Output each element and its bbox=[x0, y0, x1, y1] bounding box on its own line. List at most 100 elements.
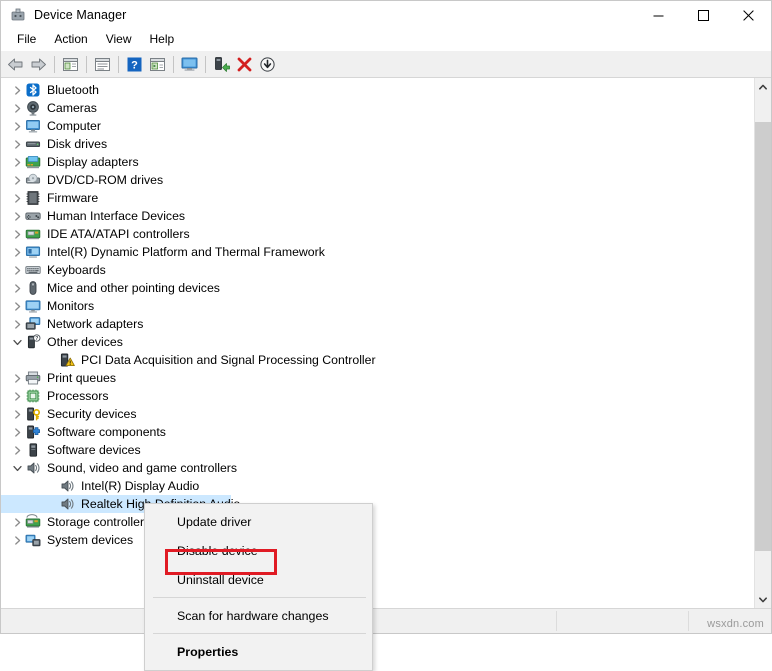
network-adapter-icon bbox=[25, 316, 41, 332]
tree-row[interactable]: DVD/CD-ROM drives bbox=[1, 171, 754, 189]
tree-row[interactable]: Monitors bbox=[1, 297, 754, 315]
menu-view[interactable]: View bbox=[97, 30, 141, 50]
toolbar-separator-3 bbox=[118, 55, 119, 73]
show-window-in-task-button[interactable] bbox=[146, 53, 169, 75]
help-button[interactable]: ? bbox=[123, 53, 146, 75]
device-manager-window: Device Manager File Action View Help ? B… bbox=[0, 0, 772, 634]
menu-file[interactable]: File bbox=[8, 30, 45, 50]
minimize-button[interactable] bbox=[636, 1, 681, 29]
vertical-scrollbar[interactable] bbox=[754, 78, 771, 608]
chevron-right-icon[interactable] bbox=[9, 531, 25, 549]
tree-row-label: DVD/CD-ROM drives bbox=[47, 173, 164, 187]
chevron-right-icon[interactable] bbox=[9, 135, 25, 153]
tree-row[interactable]: Keyboards bbox=[1, 261, 754, 279]
close-button[interactable] bbox=[726, 1, 771, 29]
tree-row[interactable]: Disk drives bbox=[1, 135, 754, 153]
tree-row[interactable]: Bluetooth bbox=[1, 81, 754, 99]
chevron-right-icon[interactable] bbox=[9, 225, 25, 243]
properties-button[interactable] bbox=[91, 53, 114, 75]
chevron-right-icon[interactable] bbox=[9, 171, 25, 189]
hid-icon bbox=[25, 208, 41, 224]
tree-row[interactable]: Firmware bbox=[1, 189, 754, 207]
menu-action[interactable]: Action bbox=[45, 30, 96, 50]
scan-hardware-changes-button[interactable] bbox=[178, 53, 201, 75]
update-driver-button[interactable] bbox=[210, 53, 233, 75]
tree-row[interactable]: PCI Data Acquisition and Signal Processi… bbox=[1, 351, 754, 369]
disable-device-button[interactable] bbox=[256, 53, 279, 75]
keyboard-icon bbox=[25, 262, 41, 278]
title-bar: Device Manager bbox=[1, 1, 771, 29]
chevron-right-icon[interactable] bbox=[9, 279, 25, 297]
chevron-right-icon[interactable] bbox=[9, 513, 25, 531]
warning-device-icon bbox=[59, 352, 75, 368]
chevron-right-icon[interactable] bbox=[9, 153, 25, 171]
tree-indent-spacer bbox=[43, 495, 59, 513]
context-menu-item[interactable]: Update driver bbox=[145, 507, 372, 536]
context-menu-item[interactable]: Scan for hardware changes bbox=[145, 601, 372, 630]
forward-button[interactable] bbox=[27, 53, 50, 75]
tree-row-label: Keyboards bbox=[47, 263, 106, 277]
tree-row[interactable]: Processors bbox=[1, 387, 754, 405]
tree-row[interactable]: Realtek High Definition Audio bbox=[1, 495, 754, 513]
disk-drive-icon bbox=[25, 136, 41, 152]
chevron-right-icon[interactable] bbox=[9, 405, 25, 423]
tree-row-label: Computer bbox=[47, 119, 101, 133]
dvd-drive-icon bbox=[25, 172, 41, 188]
context-menu[interactable]: Update driver Disable device Uninstall dev… bbox=[144, 503, 373, 671]
scroll-up-button[interactable] bbox=[755, 78, 771, 95]
chevron-down-icon[interactable] bbox=[9, 333, 25, 351]
tree-row[interactable]: Mice and other pointing devices bbox=[1, 279, 754, 297]
chevron-right-icon[interactable] bbox=[9, 297, 25, 315]
tree-row[interactable]: Sound, video and game controllers bbox=[1, 459, 754, 477]
tree-row[interactable]: System devices bbox=[1, 531, 754, 549]
tree-row-label: Storage controllers bbox=[47, 515, 151, 529]
tree-row[interactable]: Software components bbox=[1, 423, 754, 441]
chevron-right-icon[interactable] bbox=[9, 387, 25, 405]
tree-row[interactable]: Security devices bbox=[1, 405, 754, 423]
tree-row-label: Mice and other pointing devices bbox=[47, 281, 220, 295]
menu-help[interactable]: Help bbox=[141, 30, 184, 50]
chevron-right-icon[interactable] bbox=[9, 315, 25, 333]
tree-row[interactable]: Cameras bbox=[1, 99, 754, 117]
tree-row[interactable]: Storage controllers bbox=[1, 513, 754, 531]
tree-row[interactable]: Intel(R) Dynamic Platform and Thermal Fr… bbox=[1, 243, 754, 261]
tree-indent-spacer bbox=[43, 477, 59, 495]
chevron-right-icon[interactable] bbox=[9, 189, 25, 207]
display-adapter-icon bbox=[25, 154, 41, 170]
camera-icon bbox=[25, 100, 41, 116]
tree-indent-spacer bbox=[43, 351, 59, 369]
tree-row[interactable]: IDE ATA/ATAPI controllers bbox=[1, 225, 754, 243]
context-menu-item[interactable]: Uninstall device bbox=[145, 565, 372, 594]
tree-row[interactable]: Computer bbox=[1, 117, 754, 135]
scroll-down-button[interactable] bbox=[755, 591, 771, 608]
maximize-button[interactable] bbox=[681, 1, 726, 29]
tree-row[interactable]: Print queues bbox=[1, 369, 754, 387]
chevron-right-icon[interactable] bbox=[9, 81, 25, 99]
tree-row[interactable]: Display adapters bbox=[1, 153, 754, 171]
context-menu-item[interactable]: Disable device bbox=[145, 536, 372, 565]
chevron-right-icon[interactable] bbox=[9, 117, 25, 135]
tree-row[interactable]: Network adapters bbox=[1, 315, 754, 333]
tree-row[interactable]: Human Interface Devices bbox=[1, 207, 754, 225]
chevron-right-icon[interactable] bbox=[9, 423, 25, 441]
tree-row-label: Firmware bbox=[47, 191, 99, 205]
back-button[interactable] bbox=[4, 53, 27, 75]
device-tree[interactable]: Bluetooth Cameras Computer Disk drives Displ… bbox=[1, 78, 754, 608]
chevron-right-icon[interactable] bbox=[9, 207, 25, 225]
chevron-right-icon[interactable] bbox=[9, 99, 25, 117]
tree-row[interactable]: ? Other devices bbox=[1, 333, 754, 351]
device-manager-icon bbox=[10, 7, 26, 23]
context-menu-item[interactable]: Properties bbox=[145, 637, 372, 666]
tree-row[interactable]: Intel(R) Display Audio bbox=[1, 477, 754, 495]
show-hide-console-tree-button[interactable] bbox=[59, 53, 82, 75]
uninstall-device-button[interactable] bbox=[233, 53, 256, 75]
chevron-right-icon[interactable] bbox=[9, 441, 25, 459]
tree-row[interactable]: Software devices bbox=[1, 441, 754, 459]
chevron-right-icon[interactable] bbox=[9, 243, 25, 261]
chevron-right-icon[interactable] bbox=[9, 369, 25, 387]
chevron-down-icon[interactable] bbox=[9, 459, 25, 477]
window-title: Device Manager bbox=[34, 8, 127, 22]
toolbar-separator-1 bbox=[54, 55, 55, 73]
chevron-right-icon[interactable] bbox=[9, 261, 25, 279]
scrollbar-thumb[interactable] bbox=[755, 122, 771, 551]
